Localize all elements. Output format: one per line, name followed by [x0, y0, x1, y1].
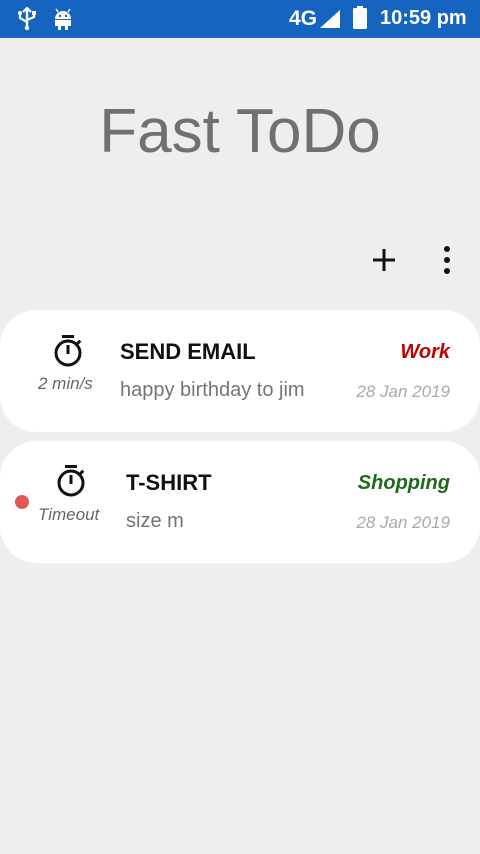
battery-icon [353, 6, 367, 29]
app-title: Fast ToDo [99, 97, 381, 166]
task-category: Work [400, 341, 450, 363]
timer-label: 2 min/s [38, 374, 93, 393]
clock: 10:59 pm [380, 7, 467, 29]
signal-icon [320, 10, 340, 28]
timer-icon [54, 335, 82, 367]
more-vert-icon [444, 246, 450, 274]
usb-icon [18, 7, 36, 31]
timeout-indicator [15, 495, 29, 509]
task-category: Shopping [357, 472, 450, 494]
android-icon [55, 8, 71, 30]
more-options-button[interactable] [436, 244, 458, 276]
task-title: T-SHIRT [126, 470, 212, 495]
task-card[interactable]: 2 min/s SEND EMAIL happy birthday to jim… [0, 310, 480, 432]
task-description: happy birthday to jim [120, 379, 305, 401]
status-bar: 4G 10:59 pm [0, 0, 480, 38]
task-card[interactable]: Timeout T-SHIRT size m Shopping 28 Jan 2… [0, 441, 480, 563]
task-title: SEND EMAIL [120, 339, 256, 364]
timer-label: Timeout [38, 505, 100, 524]
task-date: 28 Jan 2019 [356, 382, 450, 401]
timer-icon [57, 465, 85, 497]
add-task-button[interactable] [370, 246, 398, 274]
task-description: size m [126, 510, 184, 532]
plus-icon [373, 249, 395, 271]
task-date: 28 Jan 2019 [356, 513, 450, 532]
network-type: 4G [289, 7, 318, 30]
